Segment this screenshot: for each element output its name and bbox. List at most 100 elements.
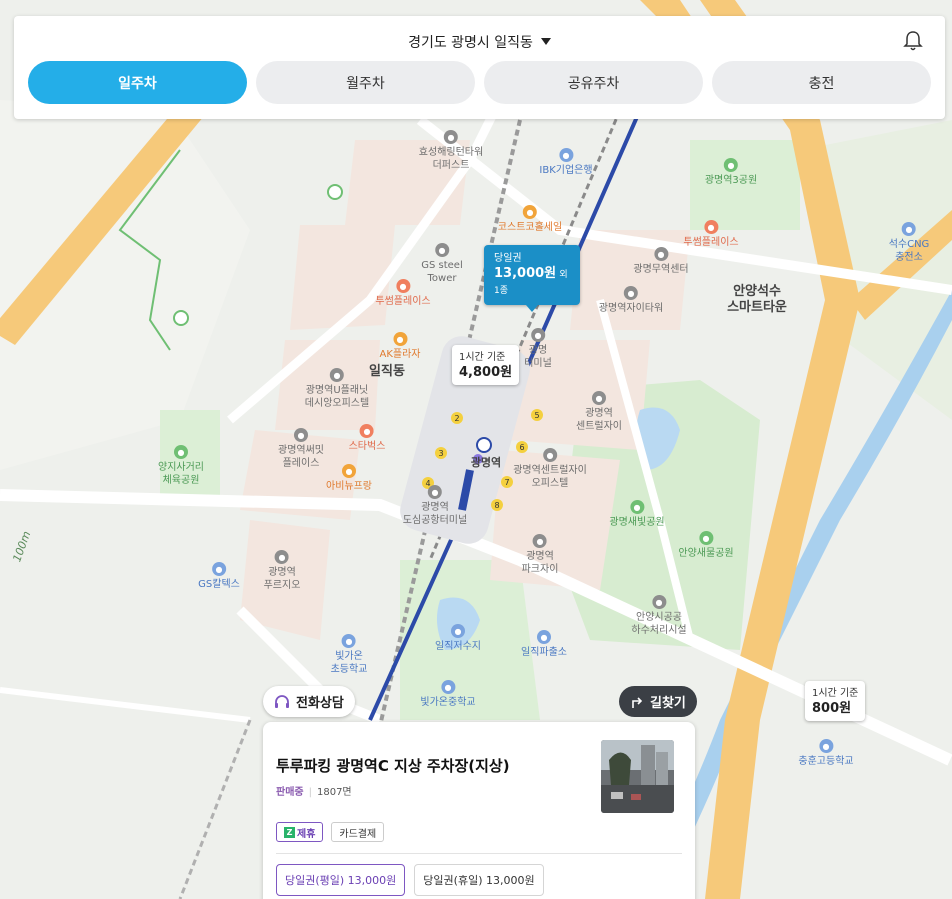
parking-card[interactable]: 투루파킹 광명역C 지상 주차장(지상) 판매중 | 1807면 Z 제휴 카드결제 … xyxy=(263,722,695,899)
ticket-weekday[interactable]: 당일권(평일) 13,000원 xyxy=(276,864,406,896)
plane-icon: ● xyxy=(428,485,442,499)
bank-icon: ● xyxy=(558,148,573,162)
poi-label: 광명무역센터 xyxy=(633,264,689,275)
building-icon: ● xyxy=(542,448,557,462)
poi-bitgaon-elementary[interactable]: ● 빛가온 초등학교 xyxy=(330,634,368,676)
poi-police[interactable]: ● 일직파출소 xyxy=(521,630,567,659)
poi-central-xi-officetel[interactable]: ● 광명역센트럴자이 오피스텔 xyxy=(513,448,587,490)
building-icon: ● xyxy=(275,550,289,564)
poi-label: 광명 터미널 xyxy=(524,345,552,369)
svg-text:3: 3 xyxy=(438,449,443,458)
poi-sewage[interactable]: ● 안양시공공 하수처리시설 xyxy=(631,595,687,637)
poi-label: 일직파출소 xyxy=(521,647,567,658)
poi-label: 일직저수지 xyxy=(435,641,481,652)
poi-trade-center[interactable]: ● 광명무역센터 xyxy=(633,247,689,276)
poi-label: 코스트코홀세일 xyxy=(497,222,563,233)
poi-label: 광명역자이타워 xyxy=(598,303,664,314)
poi-label: 투썸플레이스 xyxy=(683,237,739,248)
poi-twosome-2[interactable]: ● 투썸플레이스 xyxy=(683,220,739,249)
poi-label: 빛가온중학교 xyxy=(420,697,476,708)
directions-button[interactable]: 길찾기 xyxy=(619,686,697,717)
headset-icon xyxy=(275,694,289,708)
tab-charging[interactable]: 충전 xyxy=(712,61,931,104)
building-icon: ● xyxy=(653,247,668,261)
poi-park-3[interactable]: ● 광명역3공원 xyxy=(705,158,757,187)
poi-prugio[interactable]: ● 광명역 푸르지오 xyxy=(264,550,300,592)
area-label-iljik: 일직동 xyxy=(369,364,405,379)
parking-title: 투루파킹 광명역C 지상 주차장(지상) xyxy=(276,757,510,775)
poi-avenue-france[interactable]: ● 아비뉴프랑 xyxy=(326,464,372,493)
ticket-holiday[interactable]: 당일권(휴일) 13,000원 xyxy=(414,864,544,896)
bubble-price: 4,800원 xyxy=(459,365,513,380)
building-icon: ● xyxy=(592,391,606,405)
poi-gs-caltex[interactable]: ● GS칼텍스 xyxy=(198,562,240,591)
shop-icon: ● xyxy=(393,332,407,346)
meta-separator: | xyxy=(308,787,312,798)
area-label-station: 광명역 xyxy=(470,456,502,469)
poi-twosome-1[interactable]: ● 투썸플레이스 xyxy=(375,279,431,308)
building-icon: ● xyxy=(444,130,458,144)
poi-label: 스타벅스 xyxy=(348,441,386,452)
poi-bitgaon-middle[interactable]: ● 빛가온중학교 xyxy=(420,680,476,709)
poi-costco[interactable]: ● 코스트코홀세일 xyxy=(498,205,562,234)
parking-photo[interactable] xyxy=(601,740,674,813)
phone-consult-button[interactable]: 전화상담 xyxy=(263,686,355,717)
poi-summit[interactable]: ● 광명역써밋 플레이스 xyxy=(278,428,324,470)
poi-iljik-reservoir[interactable]: ● 일직저수지 xyxy=(435,624,481,653)
location-label: 경기도 광명시 일직동 xyxy=(408,35,533,51)
poi-uplanet[interactable]: ● 광명역U플래닛 데시앙오피스텔 xyxy=(305,368,369,410)
poi-hyosung[interactable]: ● 효성해링턴타워 더퍼스트 xyxy=(419,130,483,172)
poi-airport-terminal[interactable]: ● 광명역 도심공항터미널 xyxy=(403,485,467,527)
status-badge: 판매중 xyxy=(276,787,304,798)
poi-label: 석수CNG 충전소 xyxy=(888,239,930,263)
water-icon: ● xyxy=(451,624,465,638)
caret-down-icon xyxy=(540,38,551,45)
school-icon: ● xyxy=(818,739,833,753)
space-count: 1807면 xyxy=(316,787,352,798)
poi-label: GS칼텍스 xyxy=(198,579,240,590)
poi-cng[interactable]: ● 석수CNG 충전소 xyxy=(888,222,930,264)
poi-label: 아비뉴프랑 xyxy=(326,481,372,492)
poi-park-xi[interactable]: ● 광명역 파크자이 xyxy=(522,534,558,576)
poi-saemul-park[interactable]: ● 안양새물공원 xyxy=(678,531,734,560)
poi-label: 광명역 센트럴자이 xyxy=(576,408,622,432)
tag-label: 제휴 xyxy=(297,828,316,840)
turn-right-icon xyxy=(632,696,643,708)
card-payment-tag: 카드결제 xyxy=(331,822,385,842)
poi-xi-tower[interactable]: ● 광명역자이타워 xyxy=(599,286,663,315)
park-icon: ● xyxy=(724,158,738,172)
poi-ak-plaza[interactable]: ● AK플라자 xyxy=(380,332,421,361)
price-bubble-hourly-2[interactable]: 1시간 기준 800원 xyxy=(805,681,866,721)
gas-station-icon: ● xyxy=(211,562,226,576)
building-icon: ● xyxy=(294,428,308,442)
price-bubble-hourly-1[interactable]: 1시간 기준 4,800원 xyxy=(452,345,520,385)
cafe-icon: ● xyxy=(703,220,718,234)
poi-terminal[interactable]: ● 광명 터미널 xyxy=(524,328,552,370)
police-icon: ● xyxy=(537,630,551,644)
poi-label: 광명역U플래닛 데시앙오피스텔 xyxy=(304,385,370,409)
poi-ibk[interactable]: ● IBK기업은행 xyxy=(539,148,593,177)
location-selector[interactable]: 경기도 광명시 일직동 xyxy=(14,32,945,52)
park-icon: ● xyxy=(629,500,644,514)
poi-chunghoon-high[interactable]: ● 충훈고등학교 xyxy=(798,739,854,768)
bell-icon[interactable] xyxy=(903,30,923,52)
directions-label: 길찾기 xyxy=(650,696,686,711)
poi-starbucks[interactable]: ● 스타벅스 xyxy=(348,424,386,453)
tab-shared[interactable]: 공유주차 xyxy=(484,61,703,104)
poi-label: 광명역써밋 플레이스 xyxy=(278,445,324,469)
poi-label: 양지사거리 체육공원 xyxy=(158,462,204,486)
price-bubble-main[interactable]: 당일권 13,000원 외 1종 xyxy=(484,245,580,312)
top-panel: 경기도 광명시 일직동 일주차 월주차 공유주차 충전 xyxy=(14,16,945,119)
poi-label: 안양새물공원 xyxy=(678,548,734,559)
poi-label: 빛가온 초등학교 xyxy=(330,651,368,675)
poi-saebit-park[interactable]: ● 광명새빛공원 xyxy=(609,500,665,529)
poi-central-xi[interactable]: ● 광명역 센트럴자이 xyxy=(576,391,622,433)
tab-daily[interactable]: 일주차 xyxy=(28,61,247,104)
poi-label: 안양시공공 하수처리시설 xyxy=(631,612,687,636)
building-icon: ● xyxy=(435,243,449,257)
poi-yangji-park[interactable]: ● 양지사거리 체육공원 xyxy=(158,445,204,487)
parking-tags: Z 제휴 카드결제 xyxy=(276,822,385,842)
svg-text:7: 7 xyxy=(504,478,509,487)
bus-icon: ● xyxy=(530,328,545,342)
tab-monthly[interactable]: 월주차 xyxy=(256,61,475,104)
